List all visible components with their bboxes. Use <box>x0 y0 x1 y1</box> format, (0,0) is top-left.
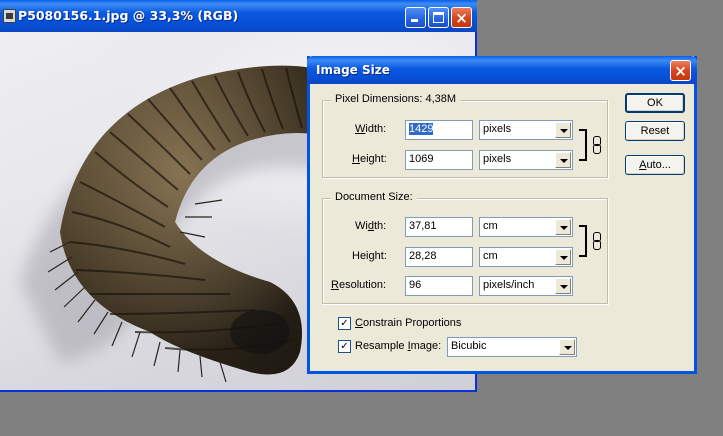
pixel-height-label: Height: <box>352 153 387 165</box>
resolution-unit-select[interactable]: pixels/inch <box>479 276 573 296</box>
checkmark-icon: ✓ <box>340 318 349 329</box>
checkmark-icon: ✓ <box>340 341 349 352</box>
doc-width-label: Width: <box>355 220 387 232</box>
pixel-height-value: 1069 <box>409 153 434 165</box>
reset-button[interactable]: Reset <box>625 121 685 141</box>
constrain-proportions-label[interactable]: Constrain Proportions <box>355 317 461 329</box>
doc-height-label: Height: <box>352 250 387 262</box>
chevron-down-icon[interactable] <box>555 219 571 235</box>
document-size-group: Document Size: Width: 37,81 cm Height: 2… <box>322 191 608 304</box>
doc-height-value: 28,28 <box>409 250 437 262</box>
close-icon: × <box>674 62 687 80</box>
resolution-label: Resolution: <box>331 279 387 291</box>
chevron-down-icon[interactable] <box>555 122 571 138</box>
close-icon: × <box>455 9 468 27</box>
pixel-height-input[interactable]: 1069 <box>405 150 473 170</box>
doc-height-unit-select[interactable]: cm <box>479 247 573 267</box>
document-title: P5080156.1.jpg @ 33,3% (RGB) <box>18 8 239 23</box>
pixel-link-bracket <box>579 129 587 161</box>
pixel-dimensions-label: Pixel Dimensions: <box>335 93 423 105</box>
image-size-dialog: Image Size × Pixel Dimensions: 4,38M Wid… <box>307 56 697 374</box>
ok-button[interactable]: OK <box>625 93 685 113</box>
dialog-close-button[interactable]: × <box>670 60 691 81</box>
constrain-proportions-checkbox[interactable]: ✓ <box>338 317 351 330</box>
resample-image-checkbox[interactable]: ✓ <box>338 340 351 353</box>
chevron-down-icon[interactable] <box>559 339 575 355</box>
doc-height-input[interactable]: 28,28 <box>405 247 473 267</box>
photoshop-document-icon[interactable] <box>3 9 16 23</box>
resample-method: Bicubic <box>451 340 487 352</box>
pixel-height-unit: pixels <box>483 153 512 165</box>
chain-link-icon <box>592 136 601 154</box>
minimize-button[interactable] <box>405 7 426 28</box>
pixel-width-label: Width: <box>355 123 387 135</box>
pixel-width-unit-select[interactable]: pixels <box>479 120 573 140</box>
pixel-width-value: 1429 <box>409 123 434 135</box>
auto-button[interactable]: Auto... <box>625 155 685 175</box>
pixel-dimensions-size: 4,38M <box>425 93 457 105</box>
dialog-titlebar[interactable]: Image Size × <box>307 56 697 84</box>
doc-width-value: 37,81 <box>409 220 437 232</box>
dialog-title: Image Size <box>316 63 390 77</box>
chain-link-icon <box>592 232 601 250</box>
resolution-unit: pixels/inch <box>483 279 535 291</box>
resolution-value: 96 <box>409 279 422 291</box>
resample-method-select[interactable]: Bicubic <box>447 337 577 357</box>
close-button[interactable]: × <box>451 7 472 28</box>
document-titlebar[interactable]: P5080156.1.jpg @ 33,3% (RGB) × <box>0 0 477 32</box>
minimize-icon <box>411 19 418 22</box>
maximize-icon <box>433 12 444 23</box>
doc-height-unit: cm <box>483 250 498 262</box>
maximize-button[interactable] <box>428 7 449 28</box>
resolution-input[interactable]: 96 <box>405 276 473 296</box>
pixel-width-unit: pixels <box>483 123 512 135</box>
doc-link-bracket <box>579 225 587 257</box>
resample-image-label[interactable]: Resample Image: <box>355 340 441 352</box>
doc-width-unit: cm <box>483 220 498 232</box>
doc-width-unit-select[interactable]: cm <box>479 217 573 237</box>
chevron-down-icon[interactable] <box>555 249 571 265</box>
document-size-legend: Document Size: <box>331 191 417 203</box>
doc-width-input[interactable]: 37,81 <box>405 217 473 237</box>
pixel-dimensions-legend: Pixel Dimensions: 4,38M <box>331 93 461 105</box>
pixel-dimensions-group: Pixel Dimensions: 4,38M Width: 1429 pixe… <box>322 93 608 178</box>
chevron-down-icon[interactable] <box>555 152 571 168</box>
pixel-height-unit-select[interactable]: pixels <box>479 150 573 170</box>
pixel-width-input[interactable]: 1429 <box>405 120 473 140</box>
chevron-down-icon[interactable] <box>555 278 571 294</box>
